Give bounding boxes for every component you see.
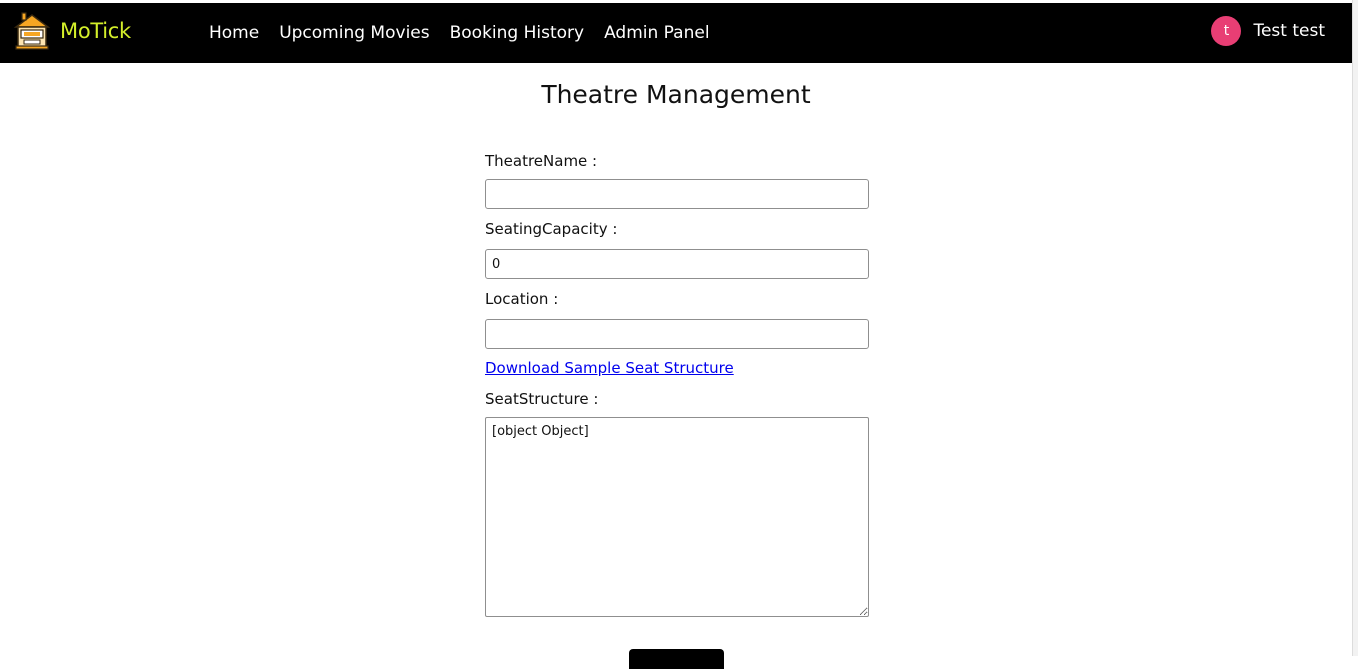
nav-admin-panel[interactable]: Admin Panel — [604, 23, 709, 43]
seat-structure-textarea[interactable]: [object Object] — [485, 417, 869, 617]
brand-home-link[interactable]: MoTick — [12, 11, 131, 51]
theatre-name-label: TheatreName : — [485, 152, 598, 170]
nav-upcoming-movies[interactable]: Upcoming Movies — [279, 23, 429, 43]
submit-button[interactable] — [629, 649, 724, 669]
seat-structure-label: SeatStructure : — [485, 390, 599, 408]
seating-capacity-label: SeatingCapacity : — [485, 220, 618, 238]
nav-home[interactable]: Home — [209, 23, 259, 43]
navbar: MoTick Home Upcoming Movies Booking Hist… — [0, 3, 1352, 63]
main-nav: Home Upcoming Movies Booking History Adm… — [209, 3, 730, 63]
location-input[interactable] — [485, 319, 869, 349]
theatre-form: TheatreName : SeatingCapacity : Location… — [485, 150, 869, 617]
theatre-name-input[interactable] — [485, 179, 869, 209]
nav-booking-history[interactable]: Booking History — [450, 23, 584, 43]
user-name: Test test — [1253, 21, 1325, 41]
page-title: Theatre Management — [541, 80, 811, 109]
brand-name: MoTick — [60, 19, 131, 43]
avatar: t — [1211, 16, 1242, 46]
download-sample-link[interactable]: Download Sample Seat Structure — [485, 359, 734, 377]
user-menu[interactable]: t Test test — [1211, 16, 1325, 46]
scrollbar[interactable] — [1352, 0, 1358, 656]
ticket-booth-icon — [13, 12, 51, 50]
location-label: Location : — [485, 290, 559, 308]
seating-capacity-input[interactable] — [485, 249, 869, 279]
download-row: Download Sample Seat Structure — [485, 358, 869, 382]
